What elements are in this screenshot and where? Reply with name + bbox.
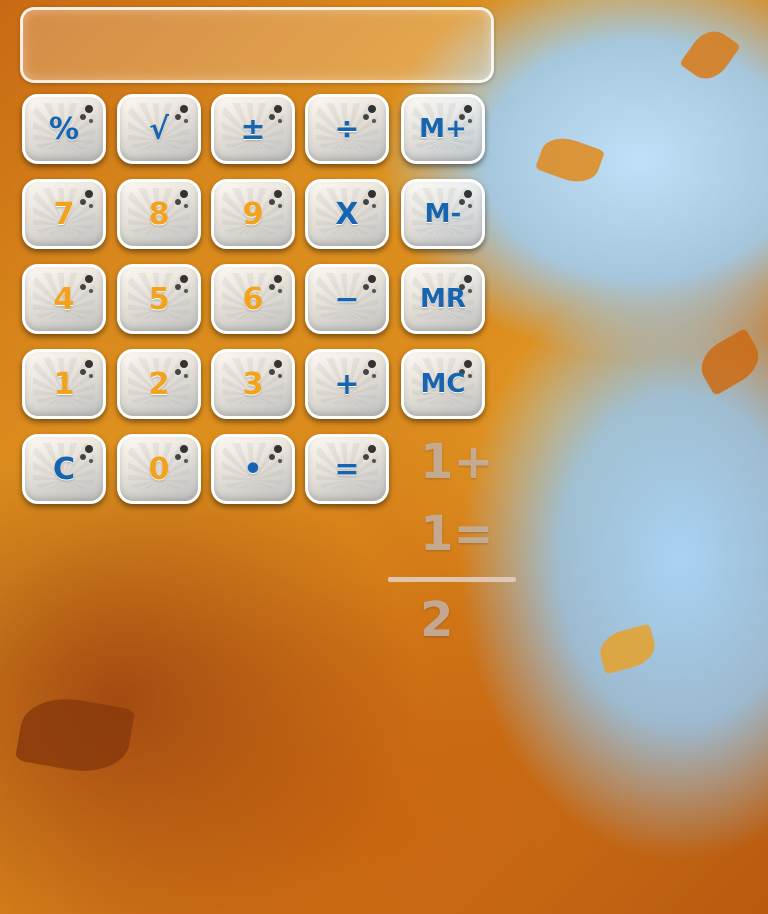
digit-8-button[interactable]: 8 bbox=[117, 179, 201, 249]
digit-0-button[interactable]: 0 bbox=[117, 434, 201, 504]
multiply-button[interactable]: X bbox=[305, 179, 389, 249]
digit-2-label: 2 bbox=[148, 366, 170, 402]
hint-line-2: 1= bbox=[420, 506, 494, 562]
plus-minus-label: ± bbox=[240, 111, 266, 147]
percent-label: % bbox=[48, 111, 80, 147]
digit-4-button[interactable]: 4 bbox=[22, 264, 106, 334]
hint-line-1: 1+ bbox=[420, 434, 494, 490]
plus-minus-button[interactable]: ± bbox=[211, 94, 295, 164]
sqrt-label: √ bbox=[148, 111, 169, 147]
multiply-label: X bbox=[335, 196, 359, 232]
digit-4-label: 4 bbox=[53, 281, 75, 317]
background-leaf bbox=[679, 23, 741, 87]
decimal-label: • bbox=[243, 451, 263, 487]
add-button[interactable]: + bbox=[305, 349, 389, 419]
background-leaf bbox=[596, 623, 659, 675]
subtract-button[interactable]: − bbox=[305, 264, 389, 334]
background-leaf bbox=[693, 327, 767, 397]
divide-label: ÷ bbox=[334, 111, 360, 147]
digit-6-label: 6 bbox=[242, 281, 264, 317]
clear-button[interactable]: C bbox=[22, 434, 106, 504]
digit-9-button[interactable]: 9 bbox=[211, 179, 295, 249]
background-leaf bbox=[14, 690, 136, 780]
digit-8-label: 8 bbox=[148, 196, 170, 232]
sqrt-button[interactable]: √ bbox=[117, 94, 201, 164]
hint-divider bbox=[388, 577, 516, 582]
memory-subtract-label: M- bbox=[424, 199, 462, 229]
digit-1-label: 1 bbox=[53, 366, 75, 402]
digit-5-button[interactable]: 5 bbox=[117, 264, 201, 334]
decimal-button[interactable]: • bbox=[211, 434, 295, 504]
digit-7-label: 7 bbox=[53, 196, 75, 232]
calculator-display bbox=[20, 7, 494, 83]
memory-add-button[interactable]: M+ bbox=[401, 94, 485, 164]
digit-2-button[interactable]: 2 bbox=[117, 349, 201, 419]
memory-clear-button[interactable]: MC bbox=[401, 349, 485, 419]
subtract-label: − bbox=[334, 281, 360, 317]
add-label: + bbox=[334, 366, 360, 402]
percent-button[interactable]: % bbox=[22, 94, 106, 164]
digit-3-label: 3 bbox=[242, 366, 264, 402]
digit-5-label: 5 bbox=[148, 281, 170, 317]
digit-3-button[interactable]: 3 bbox=[211, 349, 295, 419]
equals-label: = bbox=[334, 451, 360, 487]
digit-6-button[interactable]: 6 bbox=[211, 264, 295, 334]
digit-1-button[interactable]: 1 bbox=[22, 349, 106, 419]
digit-9-label: 9 bbox=[242, 196, 264, 232]
clear-label: C bbox=[52, 451, 76, 487]
background-leaf bbox=[534, 130, 606, 190]
memory-recall-label: MR bbox=[420, 284, 466, 314]
digit-7-button[interactable]: 7 bbox=[22, 179, 106, 249]
hint-result: 2 bbox=[420, 592, 454, 648]
divide-button[interactable]: ÷ bbox=[305, 94, 389, 164]
memory-add-label: M+ bbox=[419, 114, 467, 144]
memory-clear-label: MC bbox=[420, 369, 466, 399]
digit-0-label: 0 bbox=[148, 451, 170, 487]
memory-subtract-button[interactable]: M- bbox=[401, 179, 485, 249]
equals-button[interactable]: = bbox=[305, 434, 389, 504]
memory-recall-button[interactable]: MR bbox=[401, 264, 485, 334]
